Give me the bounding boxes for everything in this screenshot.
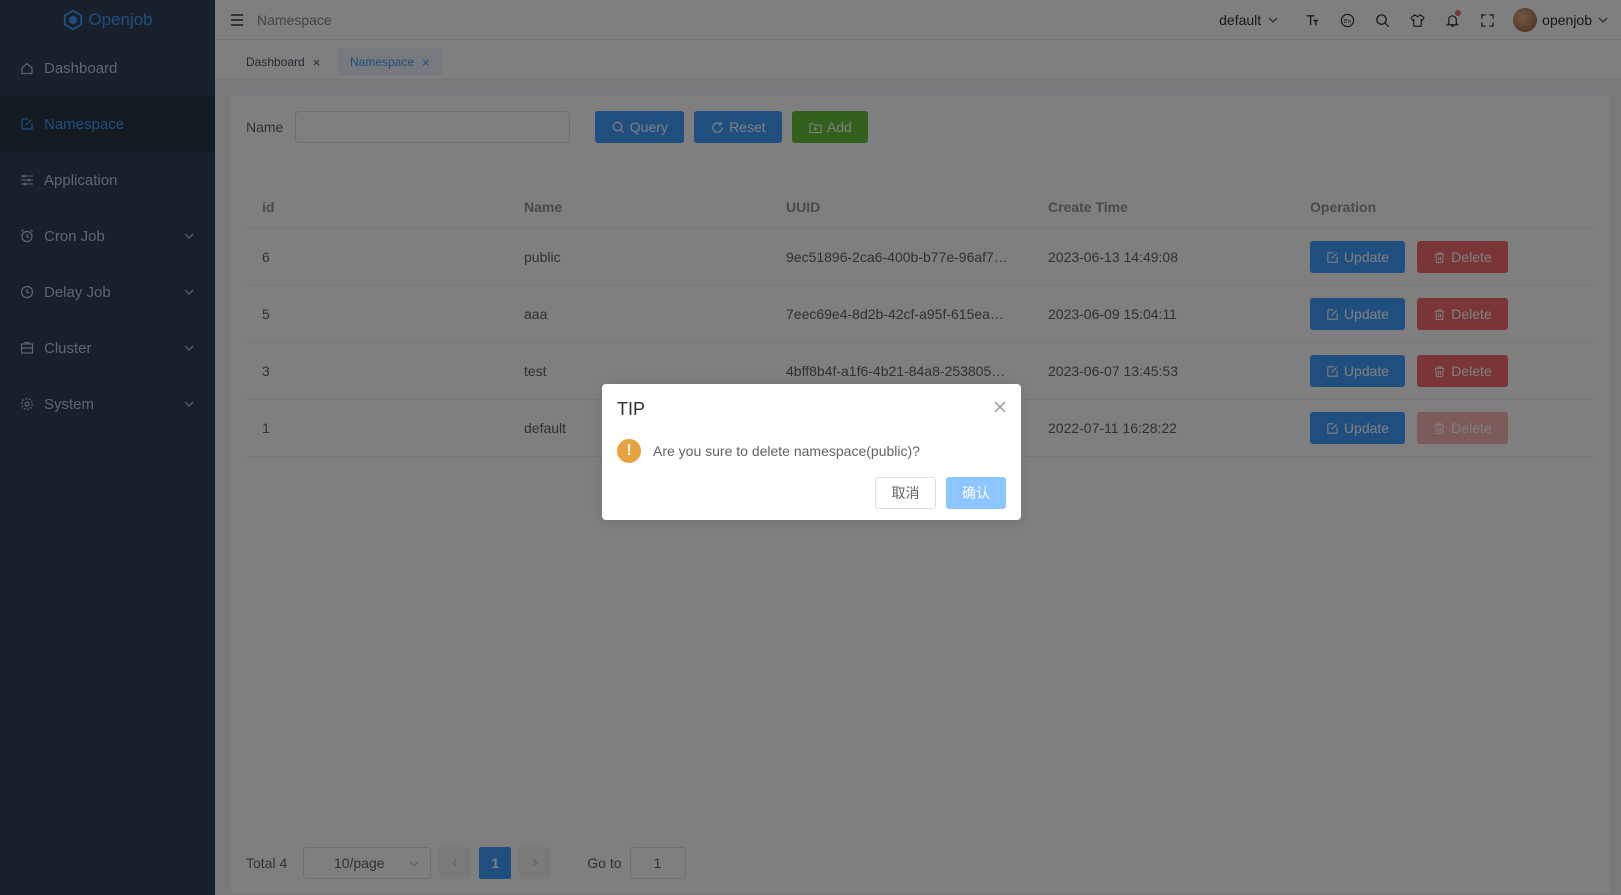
cancel-button[interactable]: 取消	[875, 477, 936, 509]
dialog-message: Are you sure to delete namespace(public)…	[653, 443, 920, 459]
dialog-title: TIP	[617, 399, 646, 419]
confirm-button[interactable]: 确认	[946, 477, 1006, 509]
warning-icon: !	[617, 439, 641, 463]
dialog-body: ! Are you sure to delete namespace(publi…	[617, 439, 920, 463]
confirm-dialog: TIP ! Are you sure to delete namespace(p…	[602, 384, 1021, 520]
dialog-footer: 取消 确认	[875, 477, 1006, 509]
close-icon[interactable]	[993, 400, 1007, 414]
